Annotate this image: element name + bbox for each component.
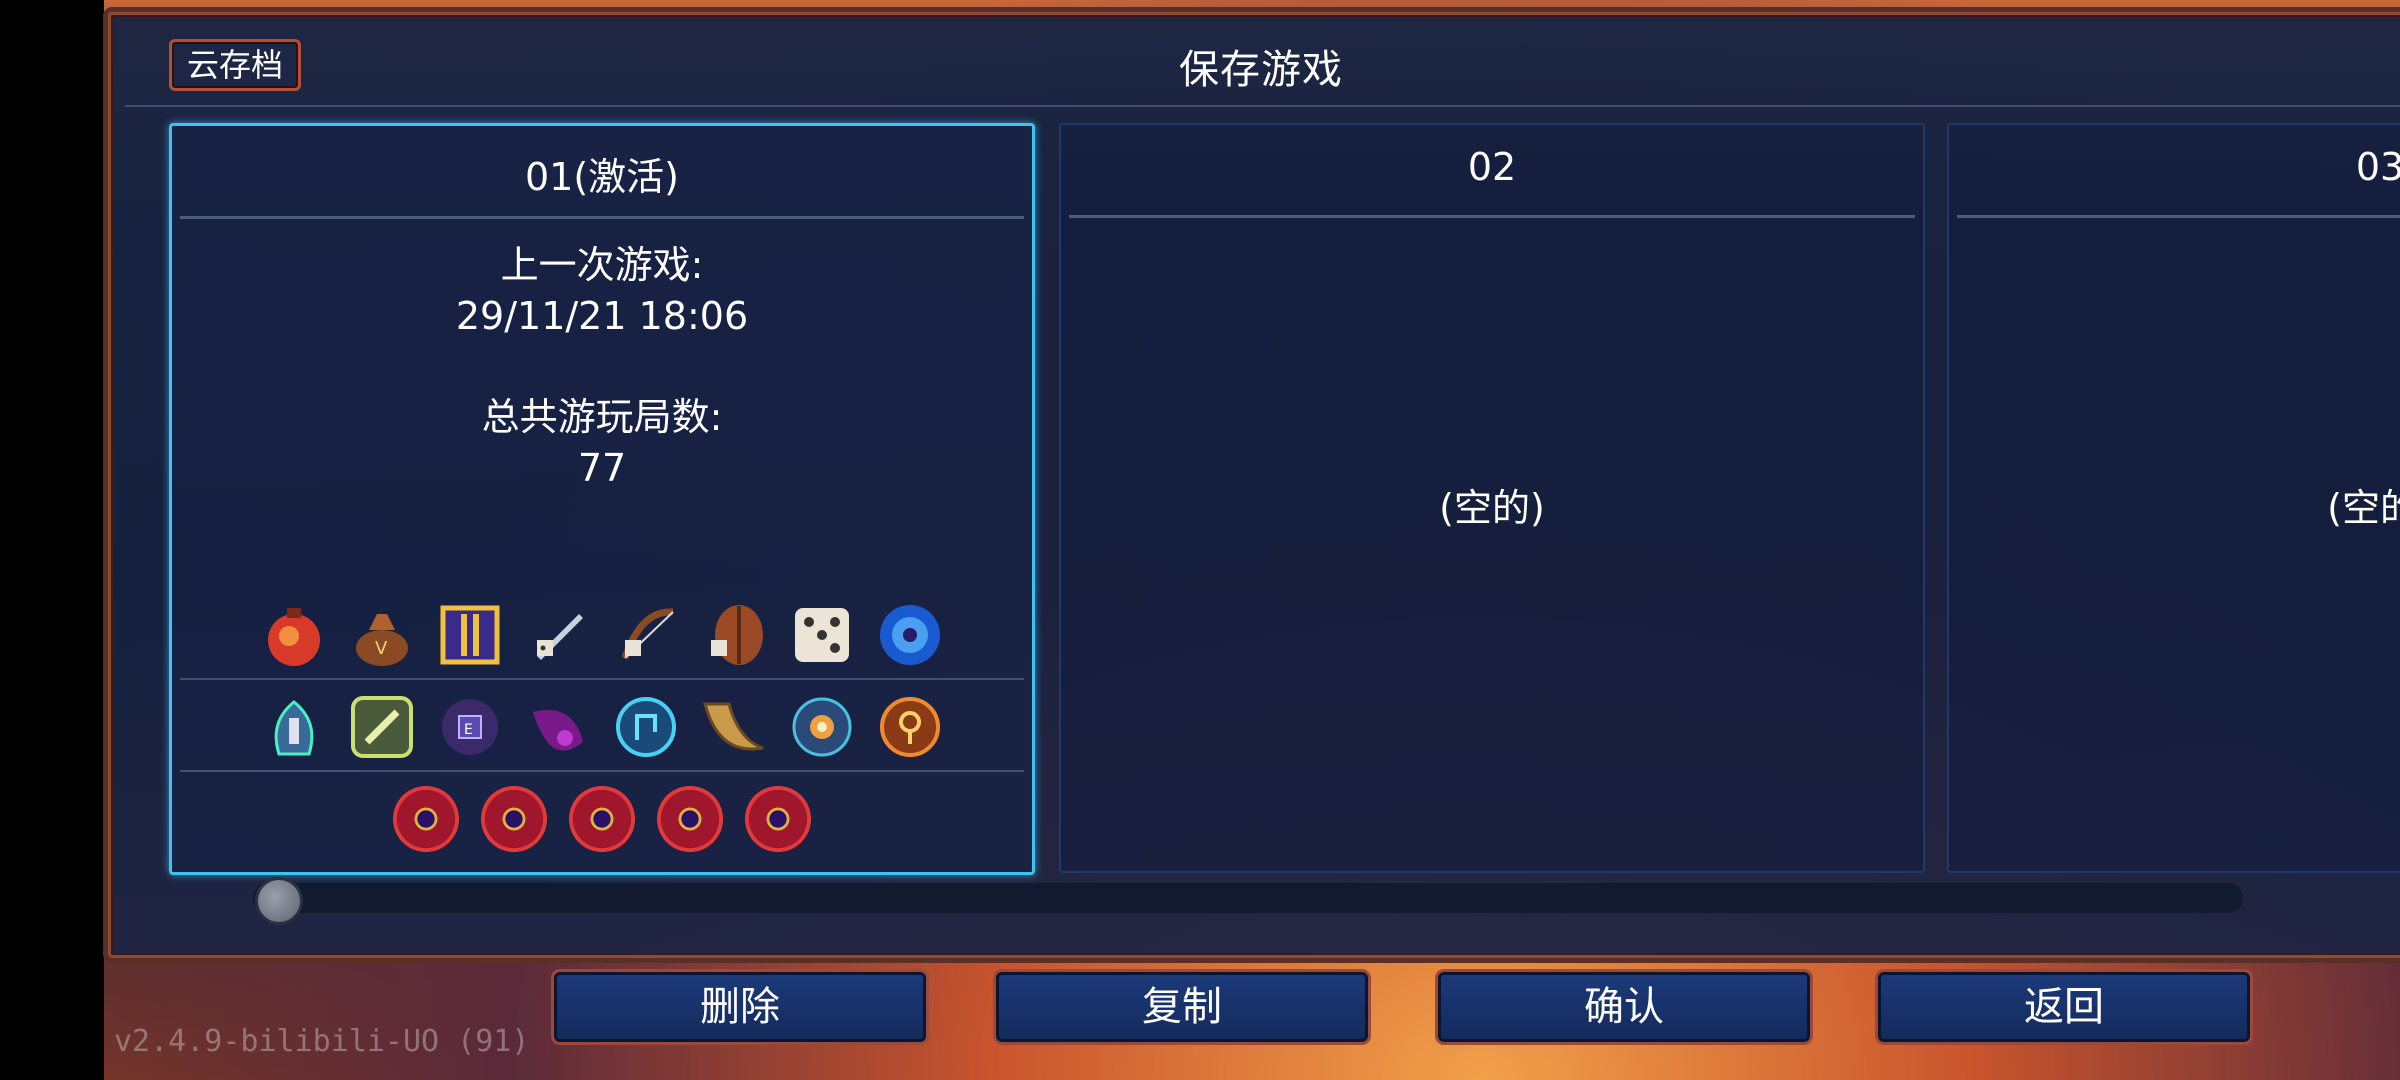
slot-scrollbar-thumb[interactable]	[255, 877, 303, 925]
icons-divider	[180, 678, 1024, 680]
slot-empty-text: (空的)	[1439, 486, 1545, 530]
slot-03-clip: 03 (空的)	[1941, 115, 2400, 895]
screen-left-border	[0, 0, 104, 1080]
boss-cells-row	[172, 786, 1032, 852]
blue-rune-icon	[611, 692, 681, 762]
confirm-button[interactable]: 确认	[1438, 972, 1810, 1042]
potion-flask-icon	[259, 600, 329, 670]
slot-divider	[180, 216, 1024, 219]
amber-rune-icon	[875, 692, 945, 762]
purple-flame-icon	[523, 692, 593, 762]
spirit-icon	[259, 692, 329, 762]
blue-orb-icon	[875, 600, 945, 670]
copy-button[interactable]: 复制	[996, 972, 1368, 1042]
save-slot-02[interactable]: 02 (空的)	[1059, 123, 1925, 873]
sun-orb-icon	[787, 692, 857, 762]
eye-rune-icon: E	[435, 692, 505, 762]
page-title: 保存游戏	[1179, 47, 1343, 93]
icons-divider	[180, 770, 1024, 772]
slot-divider	[1957, 215, 2400, 218]
scroll-icon	[435, 600, 505, 670]
back-button[interactable]: 返回	[1878, 972, 2250, 1042]
boss-cell-icon	[657, 786, 723, 852]
slot-header: 02	[1467, 145, 1517, 189]
horn-icon	[699, 692, 769, 762]
title-divider	[125, 105, 2400, 107]
svg-text:V: V	[375, 638, 388, 659]
boss-cell-icon	[481, 786, 547, 852]
dice-icon	[787, 600, 857, 670]
shield-icon	[699, 600, 769, 670]
delete-button[interactable]: 删除	[554, 972, 926, 1042]
slot-empty-text: (空的)	[2327, 486, 2400, 530]
total-runs-label: 总共游玩局数:	[481, 395, 723, 439]
wrench-rune-icon	[347, 692, 417, 762]
slot-header: 03	[2355, 145, 2400, 189]
bow-icon	[611, 600, 681, 670]
save-slot-03[interactable]: 03 (空的)	[1947, 123, 2400, 873]
version-label: v2.4.9-bilibili-UO (91)	[114, 1024, 530, 1059]
total-runs-value: 77	[577, 446, 627, 490]
svg-text:E: E	[464, 722, 473, 738]
last-played-label: 上一次游戏:	[500, 243, 704, 287]
last-played-value: 29/11/21 18:06	[455, 294, 749, 338]
slot-scrollbar-track[interactable]	[253, 883, 2243, 913]
boss-cell-icon	[569, 786, 635, 852]
loot-bag-icon: V	[347, 600, 417, 670]
dagger-icon	[523, 600, 593, 670]
item-icons-row-2: E	[172, 692, 1032, 762]
save-slot-01[interactable]: 01(激活) 上一次游戏: 29/11/21 18:06 总共游玩局数: 77 …	[169, 123, 1035, 875]
slot-header: 01(激活)	[524, 155, 679, 199]
save-game-panel: 云存档 保存游戏 01(激活) 上一次游戏: 29/11/21 18:06 总共…	[108, 12, 2400, 958]
boss-cell-icon	[393, 786, 459, 852]
boss-cell-icon	[745, 786, 811, 852]
item-icons-row-1: V	[172, 600, 1032, 670]
slot-divider	[1069, 215, 1915, 218]
